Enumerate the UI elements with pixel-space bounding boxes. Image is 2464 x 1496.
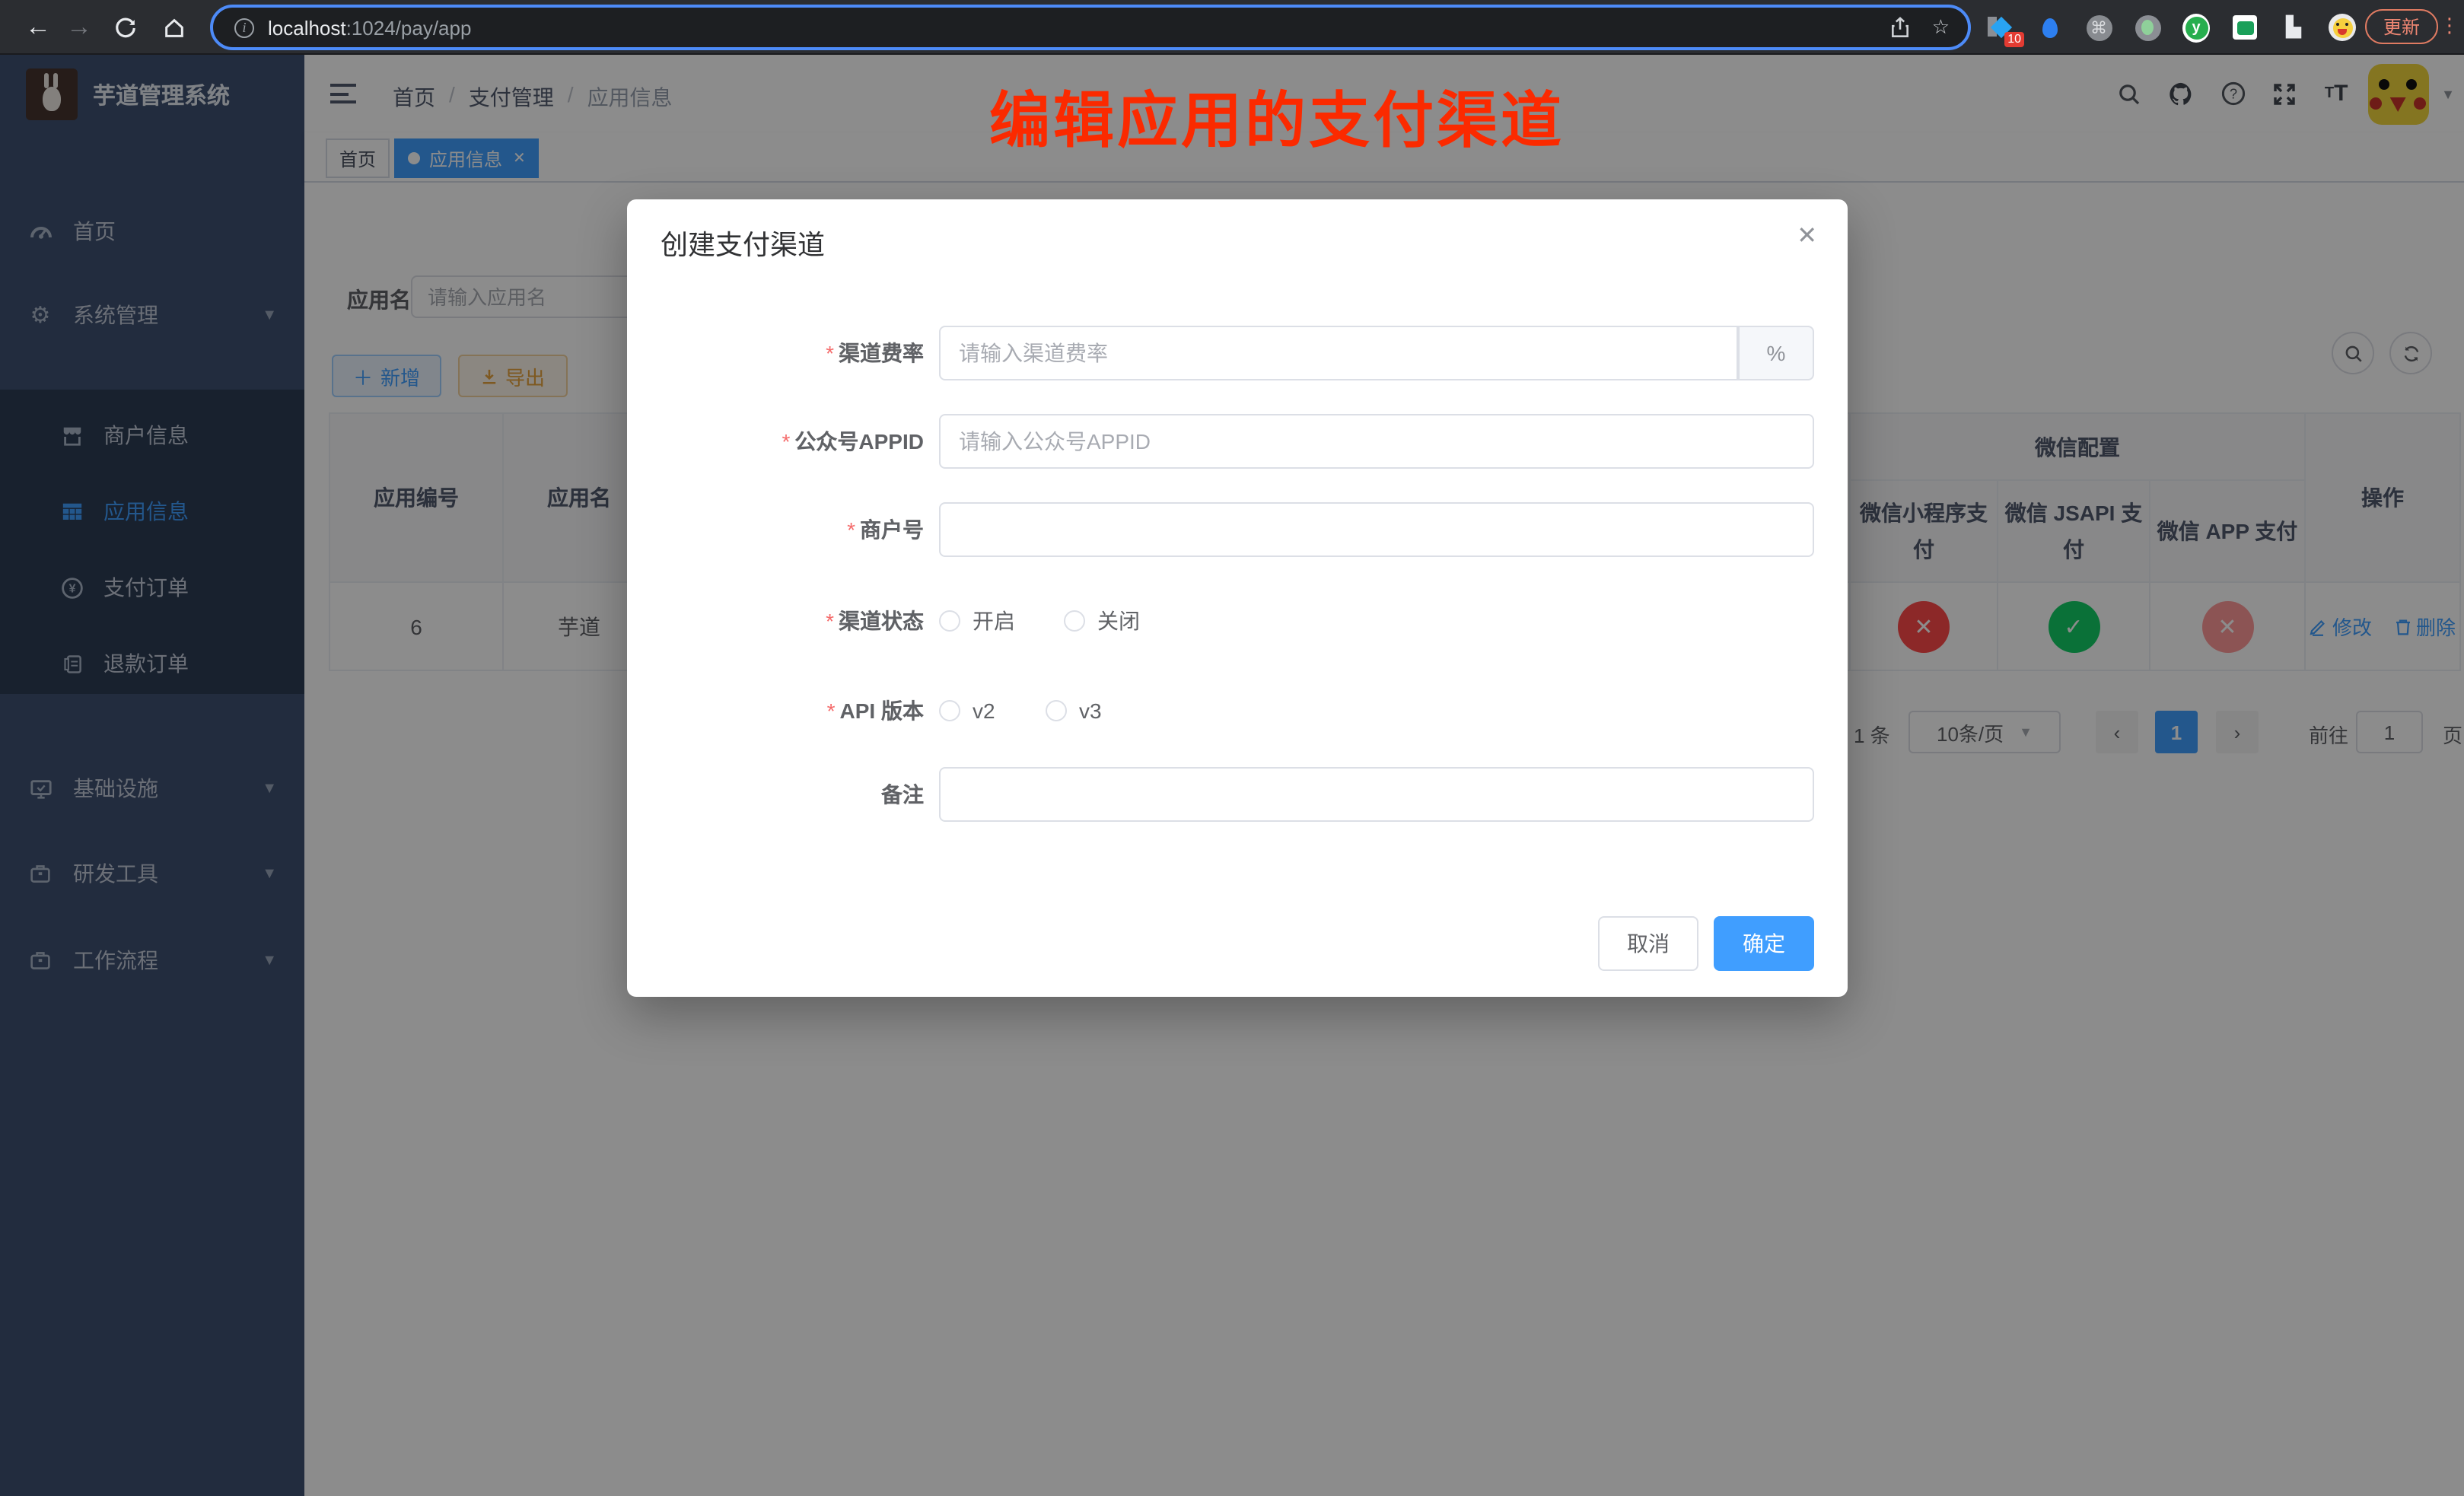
extension-chat-icon[interactable]	[2231, 14, 2259, 41]
status-label: 渠道状态	[839, 606, 924, 636]
bookmark-star-icon[interactable]: ☆	[1932, 15, 1950, 40]
browser-update-button[interactable]: 更新	[2365, 9, 2438, 44]
rate-label: 渠道费率	[839, 338, 924, 368]
extension-balloon-icon[interactable]	[2036, 14, 2064, 41]
extension-dot-icon[interactable]	[2134, 14, 2161, 41]
required-asterisk: *	[827, 699, 836, 723]
status-on-radio[interactable]: 开启	[939, 594, 1015, 648]
remark-field-row: 备注	[627, 767, 1848, 822]
screen: ← → i localhost:1024/pay/app ☆ 10 ⌘ y ▙	[0, 0, 2464, 1496]
api-v2-radio[interactable]: v2	[939, 683, 995, 738]
mch-input[interactable]	[939, 502, 1814, 557]
appid-input[interactable]	[939, 414, 1814, 469]
browser-toolbar: ← → i localhost:1024/pay/app ☆ 10 ⌘ y ▙	[0, 0, 2464, 55]
cancel-button[interactable]: 取消	[1598, 916, 1698, 971]
api-v3-radio[interactable]: v3	[1046, 683, 1102, 738]
browser-back-icon[interactable]: ←	[20, 9, 56, 46]
address-bar[interactable]: i localhost:1024/pay/app ☆	[210, 5, 1971, 50]
appid-field-row: *公众号APPID	[627, 414, 1848, 469]
extension-command-icon[interactable]: ⌘	[2085, 14, 2112, 41]
required-asterisk: *	[826, 341, 834, 365]
browser-home-icon[interactable]	[155, 9, 192, 46]
mch-label: 商户号	[860, 514, 924, 545]
url-text: localhost:1024/pay/app	[268, 16, 471, 39]
browser-menu-icon[interactable]: ⋮	[2440, 14, 2459, 38]
rate-input[interactable]	[939, 326, 1738, 380]
radio-circle-icon	[1046, 700, 1067, 721]
browser-reload-icon[interactable]	[107, 9, 143, 46]
dialog-title: 创建支付渠道	[661, 224, 825, 263]
api-field-row: *API 版本 v2 v3	[627, 683, 1848, 738]
radio-circle-icon	[939, 700, 960, 721]
extensions-puzzle-icon[interactable]: ▙	[2280, 14, 2307, 41]
rate-field-row: *渠道费率 %	[627, 326, 1848, 380]
status-field-row: *渠道状态 开启 关闭	[627, 594, 1848, 648]
api-label: API 版本	[840, 695, 924, 726]
required-asterisk: *	[826, 609, 834, 633]
annotation-text: 编辑应用的支付渠道	[989, 72, 1565, 160]
site-info-icon[interactable]: i	[234, 18, 254, 37]
required-asterisk: *	[782, 429, 791, 454]
required-asterisk: *	[847, 517, 855, 542]
share-icon[interactable]	[1891, 17, 1911, 38]
status-off-radio[interactable]: 关闭	[1064, 594, 1140, 648]
radio-circle-icon	[939, 610, 960, 632]
remark-input[interactable]	[939, 767, 1814, 822]
profile-avatar-icon[interactable]	[2329, 14, 2356, 41]
rate-unit-append: %	[1738, 326, 1814, 380]
dialog-close-icon[interactable]: ✕	[1797, 221, 1817, 251]
remark-label: 备注	[881, 779, 924, 810]
confirm-button[interactable]: 确定	[1714, 916, 1814, 971]
extension-y-icon[interactable]: y	[2182, 14, 2210, 41]
extension-badge: 10	[2004, 32, 2024, 47]
appid-label: 公众号APPID	[794, 426, 924, 457]
browser-forward-icon[interactable]: →	[61, 9, 97, 46]
mch-field-row: *商户号	[627, 502, 1848, 557]
radio-circle-icon	[1064, 610, 1085, 632]
extension-tag-icon[interactable]: 10	[1988, 14, 2015, 41]
create-channel-dialog: 创建支付渠道 ✕ *渠道费率 % *公众号APPID *商户号 *渠道状态 开启…	[627, 199, 1848, 997]
